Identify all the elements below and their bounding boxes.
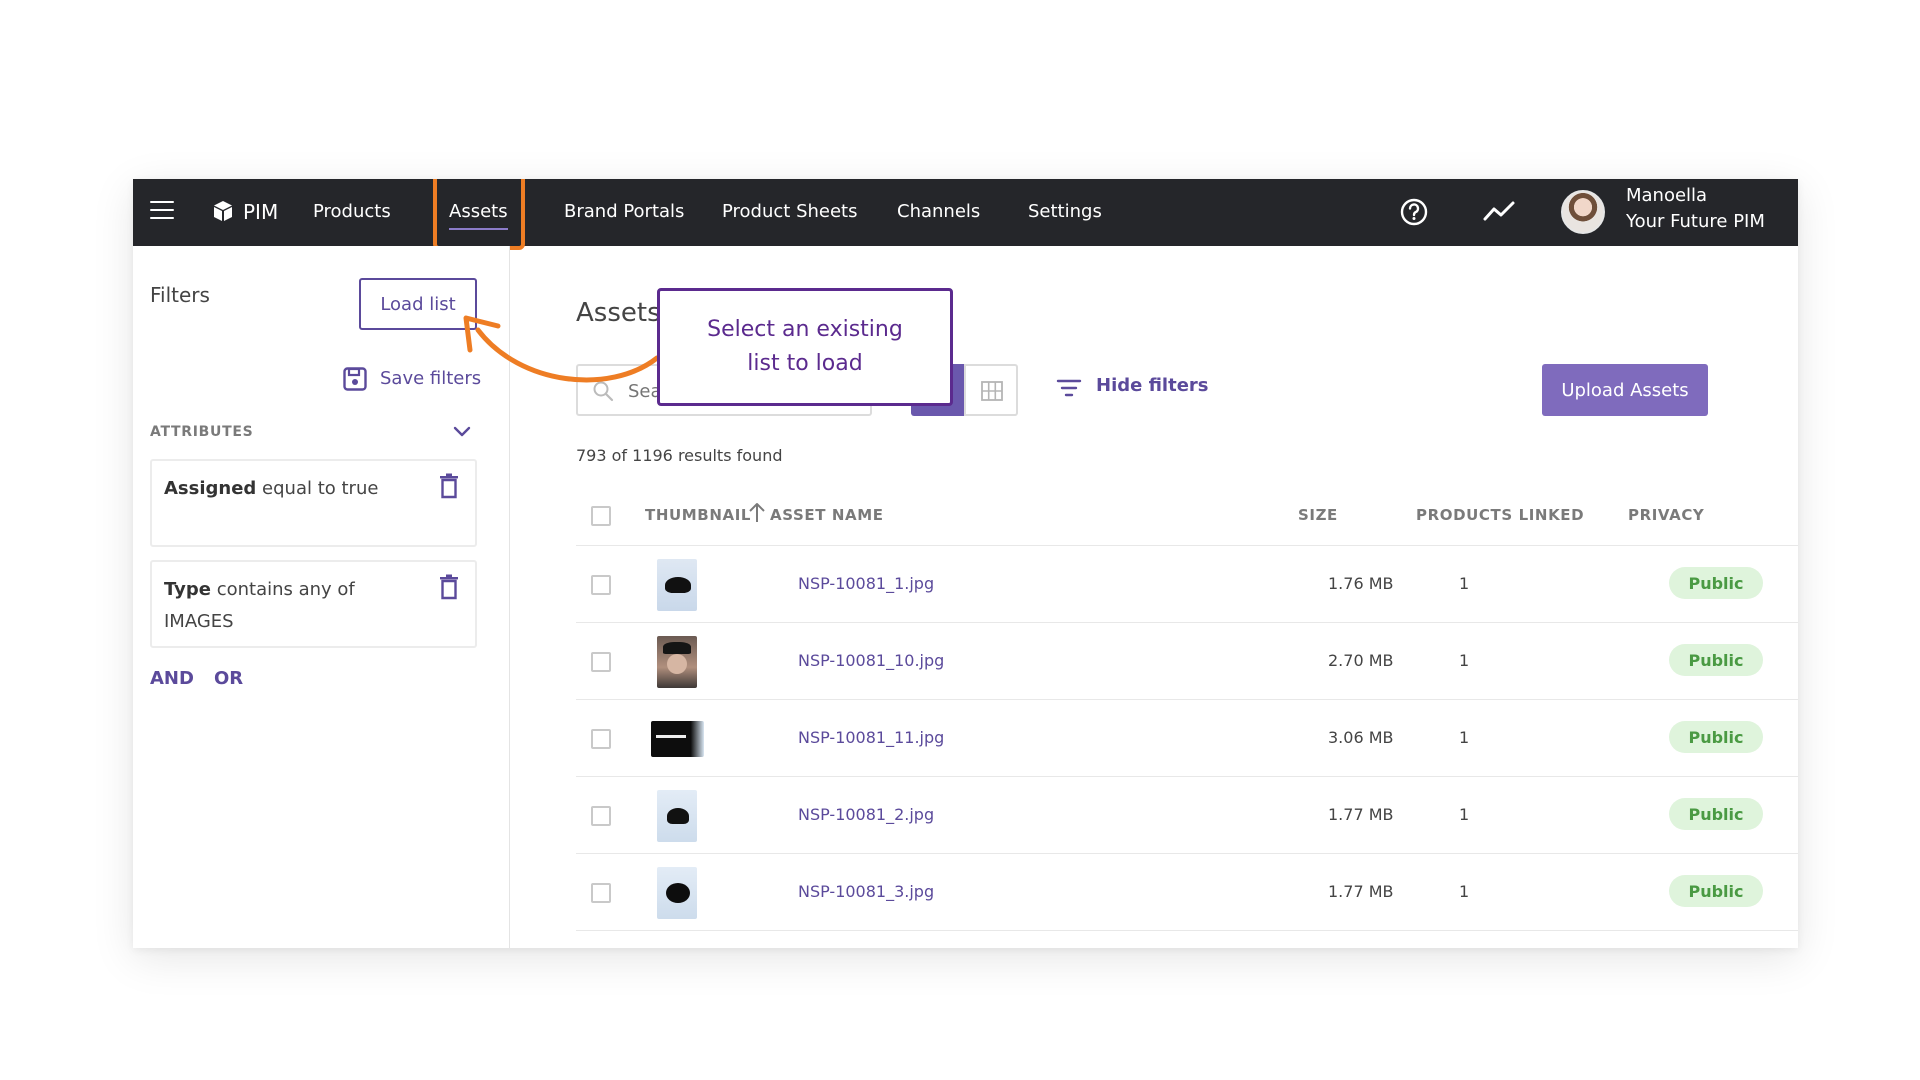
privacy-badge: Public	[1669, 798, 1763, 830]
brand-name[interactable]: PIM	[243, 200, 278, 224]
filters-sidebar: Filters Load list Save filters ATTRIBUTE…	[133, 246, 510, 948]
logic-and-button[interactable]: AND	[150, 668, 194, 689]
hide-filters-button[interactable]: Hide filters	[1096, 375, 1209, 396]
asset-size: 1.77 MB	[1328, 805, 1394, 824]
nav-product-sheets[interactable]: Product Sheets	[722, 201, 857, 222]
products-linked-count: 1	[1459, 805, 1470, 824]
chevron-down-icon[interactable]	[451, 422, 473, 442]
trash-icon[interactable]	[439, 473, 459, 499]
filter-text: Assigned equal to true	[164, 473, 414, 505]
products-linked-count: 1	[1459, 574, 1470, 593]
analytics-trend-icon[interactable]	[1482, 197, 1516, 227]
nav-settings[interactable]: Settings	[1028, 201, 1102, 222]
nav-assets[interactable]: Assets	[449, 201, 508, 230]
privacy-badge: Public	[1669, 875, 1763, 907]
asset-thumbnail[interactable]	[657, 867, 697, 919]
table-row[interactable]: NSP-10081_10.jpg 2.70 MB 1 Public	[576, 623, 1798, 700]
page-title: Assets	[576, 298, 661, 328]
cube-logo-icon	[211, 199, 235, 223]
filter-text: Type contains any of IMAGES	[164, 574, 414, 638]
hamburger-menu-icon[interactable]	[150, 201, 174, 221]
tutorial-callout: Select an existing list to load	[657, 288, 953, 406]
asset-thumbnail[interactable]	[657, 636, 697, 688]
filter-card-type[interactable]: Type contains any of IMAGES	[150, 560, 477, 648]
column-header-products-linked[interactable]: PRODUCTS LINKED	[1416, 506, 1584, 524]
privacy-badge: Public	[1669, 567, 1763, 599]
table-row[interactable]: NSP-10081_11.jpg 3.06 MB 1 Public	[576, 700, 1798, 777]
filter-lines-icon[interactable]	[1056, 377, 1082, 399]
row-checkbox[interactable]	[591, 652, 611, 672]
select-all-checkbox[interactable]	[591, 506, 611, 526]
asset-thumbnail[interactable]	[651, 721, 704, 757]
filter-card-assigned[interactable]: Assigned equal to true	[150, 459, 477, 547]
asset-name-link[interactable]: NSP-10081_1.jpg	[798, 574, 934, 593]
user-organization[interactable]: Your Future PIM	[1626, 211, 1765, 232]
app-window: PIM Products Assets Brand Portals Produc…	[133, 179, 1798, 948]
filter-field: Type	[164, 579, 211, 600]
table-row[interactable]: NSP-10081_1.jpg 1.76 MB 1 Public	[576, 546, 1798, 623]
grid-view-toggle[interactable]	[964, 364, 1018, 416]
row-checkbox[interactable]	[591, 883, 611, 903]
row-checkbox[interactable]	[591, 575, 611, 595]
asset-size: 2.70 MB	[1328, 651, 1394, 670]
asset-size: 1.76 MB	[1328, 574, 1394, 593]
asset-name-link[interactable]: NSP-10081_11.jpg	[798, 728, 944, 747]
row-divider	[576, 930, 1798, 931]
stage: PIM Products Assets Brand Portals Produc…	[0, 0, 1920, 1080]
filters-title: Filters	[150, 283, 210, 307]
asset-thumbnail[interactable]	[657, 559, 697, 611]
products-linked-count: 1	[1459, 651, 1470, 670]
help-icon[interactable]	[1399, 197, 1429, 227]
filter-field: Assigned	[164, 478, 257, 499]
grid-icon	[981, 381, 1003, 401]
top-navigation-bar: PIM Products Assets Brand Portals Produc…	[133, 179, 1798, 250]
load-list-button[interactable]: Load list	[359, 278, 477, 330]
trash-icon[interactable]	[439, 574, 459, 600]
nav-products[interactable]: Products	[313, 201, 391, 222]
save-disk-icon[interactable]	[342, 366, 368, 392]
asset-name-link[interactable]: NSP-10081_10.jpg	[798, 651, 944, 670]
filter-condition: equal to true	[256, 478, 379, 499]
nav-brand-portals[interactable]: Brand Portals	[564, 201, 684, 222]
asset-name-link[interactable]: NSP-10081_2.jpg	[798, 805, 934, 824]
row-checkbox[interactable]	[591, 806, 611, 826]
privacy-badge: Public	[1669, 644, 1763, 676]
attributes-section-label: ATTRIBUTES	[150, 424, 254, 440]
search-icon	[592, 380, 614, 402]
asset-name-link[interactable]: NSP-10081_3.jpg	[798, 882, 934, 901]
results-count: 793 of 1196 results found	[576, 446, 783, 465]
user-avatar[interactable]	[1561, 190, 1605, 234]
products-linked-count: 1	[1459, 882, 1470, 901]
products-linked-count: 1	[1459, 728, 1470, 747]
column-header-privacy[interactable]: PRIVACY	[1628, 506, 1704, 524]
table-row[interactable]: NSP-10081_3.jpg 1.77 MB 1 Public	[576, 854, 1798, 931]
column-header-asset-name[interactable]: ASSET NAME	[770, 506, 884, 524]
save-filters-link[interactable]: Save filters	[380, 368, 481, 389]
column-header-size[interactable]: SIZE	[1298, 506, 1338, 524]
row-checkbox[interactable]	[591, 729, 611, 749]
asset-size: 3.06 MB	[1328, 728, 1394, 747]
column-header-thumbnail[interactable]: THUMBNAIL	[645, 506, 751, 524]
asset-thumbnail[interactable]	[657, 790, 697, 842]
table-row[interactable]: NSP-10081_2.jpg 1.77 MB 1 Public	[576, 777, 1798, 854]
nav-channels[interactable]: Channels	[897, 201, 980, 222]
asset-size: 1.77 MB	[1328, 882, 1394, 901]
logic-or-button[interactable]: OR	[214, 668, 243, 689]
privacy-badge: Public	[1669, 721, 1763, 753]
upload-assets-button[interactable]: Upload Assets	[1542, 364, 1708, 416]
user-name[interactable]: Manoella	[1626, 185, 1707, 206]
sort-ascending-icon[interactable]	[747, 501, 767, 523]
